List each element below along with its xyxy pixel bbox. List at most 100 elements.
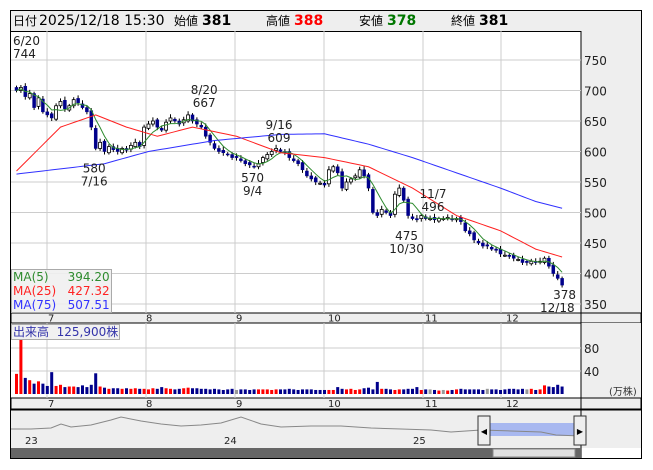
candle [507, 254, 512, 257]
chart-canvas[interactable]: 750 700 650 600 550 500 450 400 350 80 40 (万株) 7 7 8 8 9… [11, 11, 641, 458]
ma75-value: 507.51 [67, 298, 110, 312]
scrollbar-thumb[interactable] [492, 448, 576, 458]
price-tick-label: 450 [584, 237, 607, 251]
navigator-selection [484, 423, 580, 436]
candle [489, 247, 494, 250]
volume-tick-label: 80 [584, 342, 599, 356]
candle [107, 146, 111, 154]
volume-bar [433, 389, 436, 394]
volume-bar [37, 381, 40, 394]
volume-bar [301, 389, 304, 394]
price-tick-label: 400 [584, 268, 607, 282]
navigator-year-label: 25 [413, 436, 426, 447]
candle [146, 123, 151, 129]
volume-bar [556, 384, 560, 394]
volume-bar [125, 388, 128, 394]
ma75-label: MA(75) [13, 298, 57, 312]
volume-bar [560, 386, 564, 394]
volume-bar [353, 389, 357, 394]
candle [375, 212, 380, 216]
month-label: 8 [146, 314, 152, 325]
candle [419, 215, 424, 220]
price-tick-label: 350 [584, 298, 607, 312]
volume-bar [239, 389, 243, 394]
candle [362, 169, 366, 177]
candle [63, 100, 67, 110]
volume-bar [107, 388, 111, 394]
candle [98, 141, 102, 149]
ma-legend: MA(5) 394.20 MA(25) 427.32 MA(75) 507.51 [11, 269, 112, 313]
volume-bar [362, 388, 366, 394]
volume-bar [19, 339, 23, 394]
volume-bar [534, 389, 538, 394]
volume-bar [367, 387, 370, 394]
candle [384, 210, 388, 213]
candle [45, 111, 50, 116]
volume-bar [345, 389, 348, 394]
annotation-price: 609 [268, 131, 291, 145]
candle [212, 143, 217, 149]
volume-bar [199, 388, 203, 394]
volume-bar [415, 387, 419, 394]
annotation-date: 10/30 [389, 242, 424, 256]
annotation-date: 6/20 [13, 34, 40, 48]
candle [406, 198, 410, 216]
volume-bar [177, 388, 181, 394]
volume-bar [142, 388, 146, 394]
candle [415, 218, 419, 221]
volume-bar [525, 389, 529, 394]
volume-bar [265, 389, 269, 394]
candle [173, 118, 177, 122]
annotation-date: 11/7 [420, 187, 447, 201]
price-tick-label: 750 [584, 54, 607, 68]
volume-bar [521, 388, 524, 394]
annotation-price: 570 [241, 171, 264, 185]
volume-bar [472, 389, 476, 394]
volume-bar [230, 388, 234, 394]
navigator-year-label: 23 [25, 436, 38, 447]
candle [410, 216, 415, 219]
candle [274, 148, 279, 151]
volume-bar [551, 387, 555, 394]
annotation-price: 580 [83, 162, 106, 176]
annotation-price: 667 [193, 96, 216, 110]
candle [366, 174, 371, 189]
volume-bar [529, 388, 533, 394]
month-label: 9 [236, 314, 242, 325]
volume-bar [494, 389, 498, 394]
candle [234, 156, 239, 158]
month-label: 10 [328, 399, 341, 410]
annotation-price: 378 [553, 288, 576, 302]
candle [58, 101, 63, 107]
candle [397, 187, 402, 196]
volume-bar [428, 389, 432, 394]
candle [318, 182, 323, 185]
candle [54, 105, 58, 120]
candle [265, 154, 270, 160]
volume-bar [41, 383, 45, 394]
volume-bar [204, 388, 208, 394]
annotation-date: 9/16 [266, 118, 293, 132]
volume-bar [94, 373, 98, 394]
volume-unit-label: (万株) [609, 385, 637, 398]
volume-bar [160, 387, 164, 394]
volume-bar [138, 388, 142, 394]
volume-bar [85, 387, 89, 394]
volume-bar [507, 388, 511, 394]
volume-bar [340, 388, 344, 394]
candle [168, 117, 173, 122]
volume-bar [261, 389, 265, 394]
annotation-date: 9/4 [243, 184, 262, 198]
volume-bar [257, 389, 260, 394]
candle [225, 153, 230, 156]
volume-bar [213, 388, 216, 394]
candle [49, 113, 54, 119]
volume-bar [512, 388, 516, 394]
volume-bar [437, 390, 441, 394]
volume-bar [380, 388, 384, 394]
candle [36, 97, 41, 107]
candle [326, 169, 331, 185]
candle [520, 259, 525, 263]
volume-bar [186, 387, 190, 394]
candle [247, 162, 252, 166]
